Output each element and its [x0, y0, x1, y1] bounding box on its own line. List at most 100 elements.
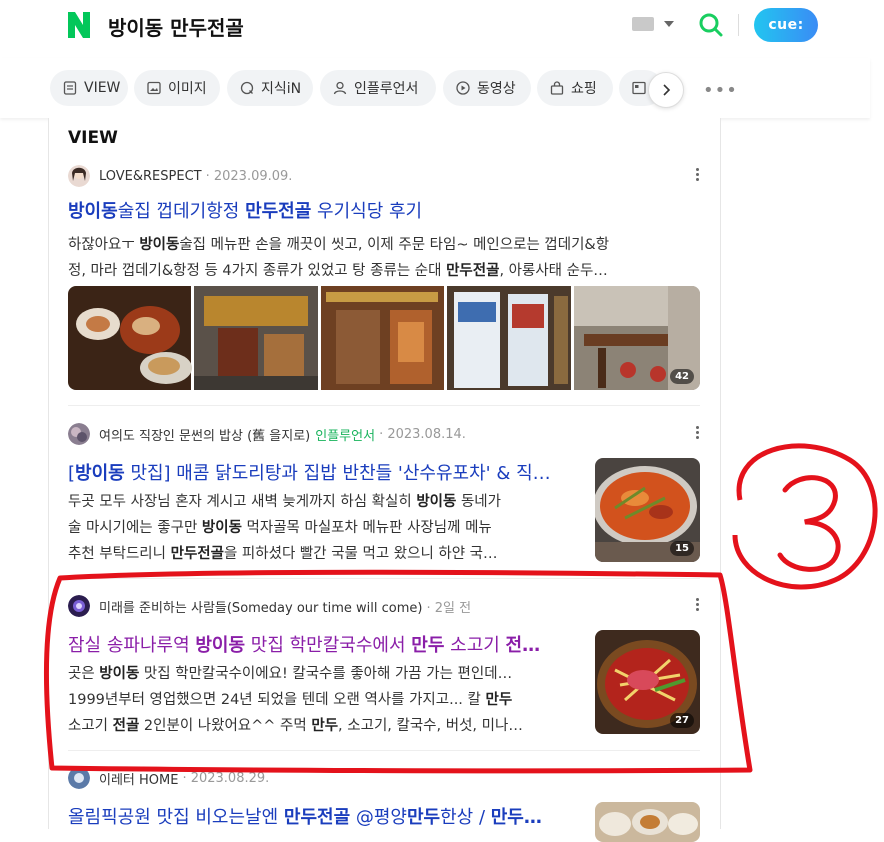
- text-segment: 맛집 학만칼국수에서: [245, 635, 412, 656]
- tab-view[interactable]: VIEW: [50, 70, 128, 106]
- highlight-keyword: 방이동: [195, 635, 246, 656]
- post-date: · 2023.09.09.: [205, 168, 293, 184]
- person-icon: [333, 81, 347, 95]
- author-name[interactable]: LOVE&RESPECT: [99, 169, 202, 184]
- section-title: VIEW: [68, 128, 118, 148]
- highlight-keyword: 만두…: [490, 807, 542, 828]
- search-query[interactable]: 방이동 만두전골: [108, 12, 244, 41]
- annotation-number-3: [777, 475, 841, 572]
- result-title[interactable]: 방이동술집 껍데기항정 만두전골 우기식당 후기: [68, 197, 700, 223]
- avatar[interactable]: [68, 165, 90, 187]
- post-date: · 2일 전: [426, 600, 472, 616]
- document-icon: [63, 81, 77, 95]
- influencer-badge[interactable]: 인플루언서: [315, 425, 375, 444]
- text-segment: [: [68, 463, 76, 484]
- chevron-right-icon: [663, 84, 671, 96]
- result-meta: 여의도 직장인 문썬의 밥상 (舊 을지로) 인플루언서 · 2023.08.1…: [68, 422, 700, 446]
- description-line: 1999년부터 영업했으면 24년 되었을 텐데 오랜 역사를 가지고... 칼…: [68, 687, 580, 713]
- text-segment: 술 마시기에는 좋구만: [68, 520, 202, 536]
- text-segment: 을 피하셨다 빨간 국물 먹고 왔으니 하얀 국…: [223, 546, 498, 562]
- result-divider: [68, 750, 700, 751]
- highlight-keyword: 전…: [505, 635, 541, 656]
- keyboard-icon[interactable]: [632, 17, 654, 31]
- text-segment: 맛집 학만칼국수이에요! 칼국수를 좋아해 가끔 가는 편인데…: [139, 666, 513, 682]
- cue-button[interactable]: cue:: [754, 8, 818, 42]
- play-icon: [456, 81, 470, 95]
- text-segment: 정, 마라 껍데기&항정 등 4가지 종류가 있었고 탕 종류는 순대: [68, 263, 447, 279]
- top-header: 방이동 만두전골 cue:: [0, 0, 870, 59]
- result-thumbnail[interactable]: 15: [595, 458, 700, 562]
- tab-label: VIEW: [84, 80, 121, 96]
- tab-images[interactable]: 이미지: [134, 70, 220, 106]
- tab-kin[interactable]: 지식iN: [227, 70, 313, 106]
- avatar[interactable]: [68, 423, 90, 445]
- description-line: 추천 부탁드리니 만두전골을 피하셨다 빨간 국물 먹고 왔으니 하얀 국…: [68, 541, 578, 567]
- highlight-keyword: 전골: [112, 718, 140, 734]
- author-name[interactable]: 여의도 직장인 문썬의 밥상 (舊 을지로): [99, 425, 310, 444]
- highlight-keyword: 만두: [411, 635, 445, 656]
- highlight-keyword: 만두전골: [283, 807, 351, 828]
- post-date: · 2023.08.29.: [182, 770, 270, 786]
- text-segment: 추천 부탁드리니: [68, 546, 171, 562]
- result-thumbnail[interactable]: 27: [595, 630, 700, 734]
- image-count-badge: 15: [670, 541, 694, 556]
- description-line: 하잖아요ㅜ 방이동술집 메뉴판 손을 깨끗이 씻고, 이제 주문 타임~ 메인으…: [68, 232, 700, 258]
- news-icon: [632, 81, 646, 95]
- result-item: 미래를 준비하는 사람들(Someday our time will come)…: [68, 594, 700, 739]
- author-name[interactable]: 미래를 준비하는 사람들(Someday our time will come): [99, 597, 422, 616]
- more-options-icon[interactable]: [696, 426, 700, 441]
- text-segment: 곳은: [68, 666, 100, 682]
- text-segment: , 소고기, 칼국수, 버섯, 미나…: [338, 718, 523, 734]
- image-strip[interactable]: 42: [68, 286, 700, 390]
- highlight-keyword: 방이동: [139, 237, 180, 253]
- highlight-keyword: 방이동: [201, 520, 242, 536]
- search-tabs: VIEW 이미지 지식iN 인플루언서 동영상 쇼핑 •••: [0, 58, 870, 118]
- highlight-keyword: 만두: [311, 718, 339, 734]
- avatar[interactable]: [68, 595, 90, 617]
- text-segment: 두곳 모두 사장님 혼자 계시고 새벽 늦게까지 하심 확실히: [68, 494, 417, 510]
- bag-icon: [550, 81, 564, 95]
- tab-influencer[interactable]: 인플루언서: [320, 70, 436, 106]
- text-segment: , 아롱사태 순두…: [499, 263, 608, 279]
- text-segment: 1999년부터 영업했으면 24년 되었을 텐데 오랜 역사를 가지고... 칼: [68, 692, 486, 708]
- tab-label: 지식iN: [261, 81, 302, 97]
- naver-logo[interactable]: [66, 10, 92, 40]
- tabs-next-button[interactable]: [648, 72, 684, 108]
- more-options-icon[interactable]: [696, 598, 700, 613]
- text-segment: 맛집] 매콤 닭도리탕과 집밥 반찬들 '산수유포차' & 직…: [124, 463, 551, 484]
- avatar[interactable]: [68, 767, 90, 789]
- result-title[interactable]: 올림픽공원 맛집 비오는날엔 만두전골 @평양만두한상 / 만두…: [68, 803, 573, 829]
- result-item: LOVE&RESPECT · 2023.09.09. 방이동술집 껍데기항정 만…: [68, 164, 700, 394]
- text-segment: 술집 메뉴판 손을 깨끗이 씻고, 이제 주문 타임~ 메인으로는 껍데기&항: [179, 237, 610, 253]
- result-title[interactable]: 잠실 송파나루역 방이동 맛집 학만칼국수에서 만두 소고기 전…: [68, 631, 573, 657]
- result-meta: 이레터 HOME · 2023.08.29.: [68, 766, 700, 790]
- highlight-keyword: 방이동: [68, 201, 118, 222]
- highlight-keyword: 만두전골: [170, 546, 224, 562]
- tab-label: 인플루언서: [354, 81, 419, 97]
- text-segment: 술집 껍데기항정: [117, 201, 246, 222]
- description-line: 술 마시기에는 좋구만 방이동 먹자골목 마실포차 메뉴판 사장님께 메뉴: [68, 515, 578, 541]
- text-segment: 한상 /: [440, 807, 491, 828]
- image-count-badge: 27: [670, 713, 694, 728]
- author-name[interactable]: 이레터 HOME: [99, 769, 178, 788]
- tab-label: 동영상: [477, 81, 516, 97]
- annotation-circle: [732, 443, 878, 590]
- tab-shopping[interactable]: 쇼핑: [537, 70, 613, 106]
- result-thumbnail[interactable]: [595, 802, 700, 842]
- more-tabs-icon[interactable]: •••: [703, 80, 738, 101]
- highlight-keyword: 만두전골: [446, 263, 500, 279]
- text-segment: 소고기: [444, 635, 506, 656]
- q-bubble-icon: [240, 81, 254, 95]
- result-title[interactable]: [방이동 맛집] 매콤 닭도리탕과 집밥 반찬들 '산수유포차' & 직…: [68, 459, 573, 485]
- tab-label: 이미지: [168, 81, 207, 97]
- highlight-keyword: 만두: [485, 692, 513, 708]
- highlight-keyword: 방이동: [75, 463, 125, 484]
- chevron-down-icon[interactable]: [664, 21, 674, 27]
- description-line: 곳은 방이동 맛집 학만칼국수이에요! 칼국수를 좋아해 가끔 가는 편인데…: [68, 661, 580, 687]
- dumpling-photo: [595, 802, 700, 842]
- tab-video[interactable]: 동영상: [443, 70, 531, 106]
- more-options-icon[interactable]: [696, 168, 700, 183]
- search-icon[interactable]: [698, 12, 724, 38]
- result-item: 여의도 직장인 문썬의 밥상 (舊 을지로) 인플루언서 · 2023.08.1…: [68, 422, 700, 567]
- tab-label: 쇼핑: [571, 81, 597, 97]
